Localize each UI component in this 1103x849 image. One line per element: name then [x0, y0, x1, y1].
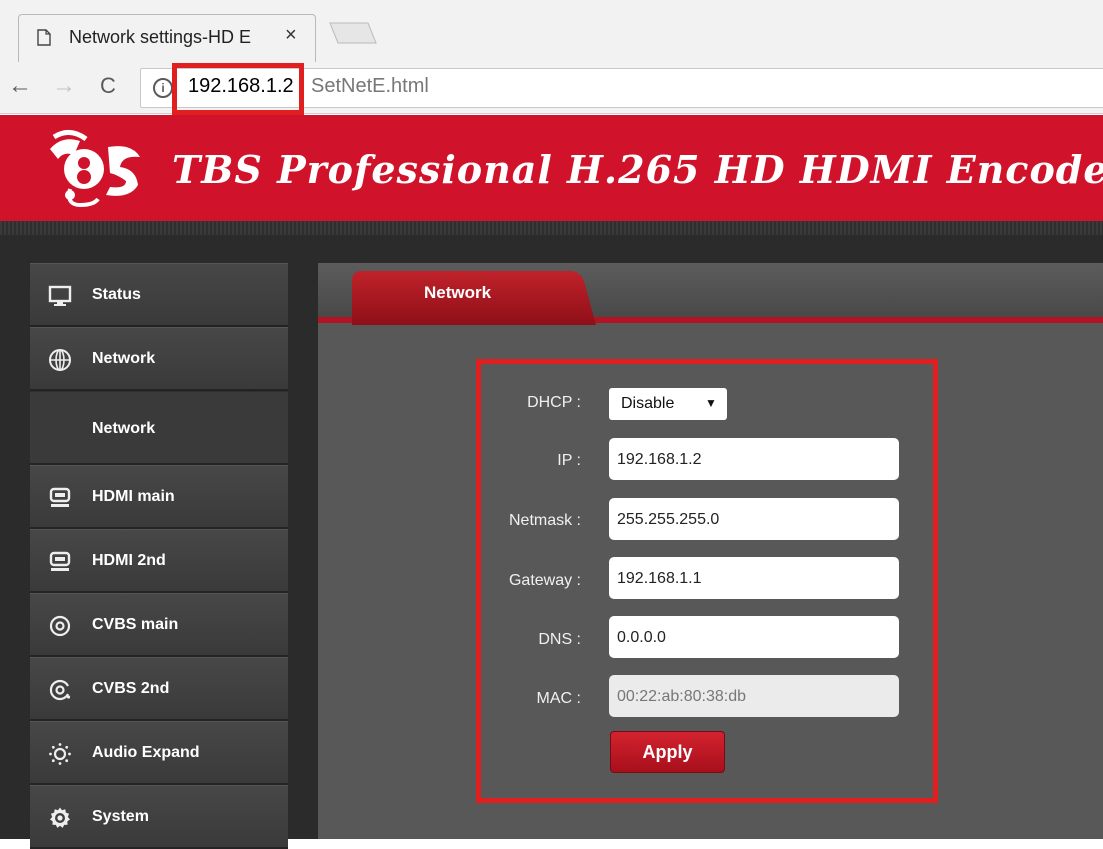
page-title: TBS Professional H.265 HD HDMI Encoder: [172, 147, 1103, 192]
tab-title: Network settings-HD E: [69, 27, 252, 47]
dns-label: DNS :: [538, 631, 581, 648]
sidebar-item-label: Network: [92, 350, 156, 367]
close-icon[interactable]: ×: [285, 24, 297, 46]
url-host: 192.168.1.2: [188, 75, 294, 97]
page-icon: [37, 29, 51, 46]
sidebar-item-status[interactable]: Status: [30, 263, 288, 327]
sidebar-item-label: CVBS 2nd: [92, 680, 170, 697]
new-tab-button[interactable]: [324, 22, 378, 44]
browser-tabstrip: Network settings-HD E ×: [0, 0, 1103, 62]
content-tabbar: Network: [318, 263, 1103, 325]
sidebar-item-cvbs-main[interactable]: CVBS main: [30, 593, 288, 657]
header-texture: [0, 221, 1103, 235]
address-bar[interactable]: i 192.168.1.2 SetNetE.html: [140, 63, 1103, 115]
back-icon[interactable]: ←: [8, 74, 32, 98]
sidebar-item-label: Audio Expand: [92, 744, 200, 761]
netmask-label: Netmask :: [508, 512, 581, 529]
hdmi-icon: [49, 487, 71, 507]
apply-button[interactable]: Apply: [610, 731, 725, 773]
ip-field[interactable]: 192.168.1.2: [609, 438, 899, 480]
sidebar-item-label: System: [92, 808, 149, 825]
sidebar-item-label: Status: [92, 286, 141, 303]
ip-label: IP :: [557, 452, 581, 469]
sidebar-item-label: HDMI 2nd: [92, 552, 166, 569]
content-panel: Network DHCP : Disable ▼ IP : 192.168.1.…: [318, 263, 1103, 839]
reload-icon[interactable]: C: [100, 74, 116, 98]
page-header: TBS Professional H.265 HD HDMI Encoder: [0, 115, 1103, 221]
gear-icon: [50, 807, 70, 828]
dns-field[interactable]: 0.0.0.0: [609, 616, 899, 658]
sidebar-item-system[interactable]: System: [30, 785, 288, 849]
sidebar-item-hdmi-2nd[interactable]: HDMI 2nd: [30, 529, 288, 593]
gateway-label: Gateway :: [508, 572, 581, 589]
sidebar-item-label: Network: [92, 420, 156, 437]
info-icon[interactable]: i: [153, 78, 173, 98]
netmask-field[interactable]: 255.255.255.0: [609, 498, 899, 540]
sidebar-item-network[interactable]: Network: [30, 327, 288, 391]
sidebar-item-cvbs-2nd[interactable]: CVBS 2nd: [30, 657, 288, 721]
sidebar-item-hdmi-main[interactable]: HDMI main: [30, 465, 288, 529]
sidebar-item-label: HDMI main: [92, 488, 175, 505]
sidebar-item-label: CVBS main: [92, 616, 179, 633]
tbs-logo-icon: [50, 130, 140, 208]
tab-network-label: Network: [424, 283, 492, 302]
globe-icon: [49, 349, 71, 371]
sidebar: Status Network Network HDMI main HDMI 2n…: [30, 263, 288, 849]
hdmi-icon: [49, 551, 71, 571]
browser-tab[interactable]: Network settings-HD E ×: [18, 14, 316, 62]
monitor-icon: [48, 285, 72, 306]
mac-label: MAC :: [536, 690, 581, 707]
page-body: Status Network Network HDMI main HDMI 2n…: [0, 221, 1103, 849]
audio-icon: [49, 743, 71, 765]
network-form: DHCP : Disable ▼ IP : 192.168.1.2 Netmas…: [476, 359, 938, 803]
dhcp-label: DHCP :: [527, 394, 581, 411]
sidebar-subitem-network[interactable]: Network: [30, 391, 288, 465]
dhcp-select[interactable]: Disable ▼: [609, 388, 727, 420]
sidebar-item-audio-expand[interactable]: Audio Expand: [30, 721, 288, 785]
url-path: SetNetE.html: [311, 75, 429, 97]
gateway-field[interactable]: 192.168.1.1: [609, 557, 899, 599]
mac-field: 00:22:ab:80:38:db: [609, 675, 899, 717]
browser-toolbar: ← → C i 192.168.1.2 SetNetE.html: [0, 62, 1103, 115]
target-icon: [49, 615, 71, 637]
target-icon: [49, 679, 71, 701]
forward-icon[interactable]: →: [52, 74, 76, 98]
dropdown-arrow-icon: ▼: [705, 396, 717, 410]
dhcp-select-value: Disable: [621, 395, 675, 412]
